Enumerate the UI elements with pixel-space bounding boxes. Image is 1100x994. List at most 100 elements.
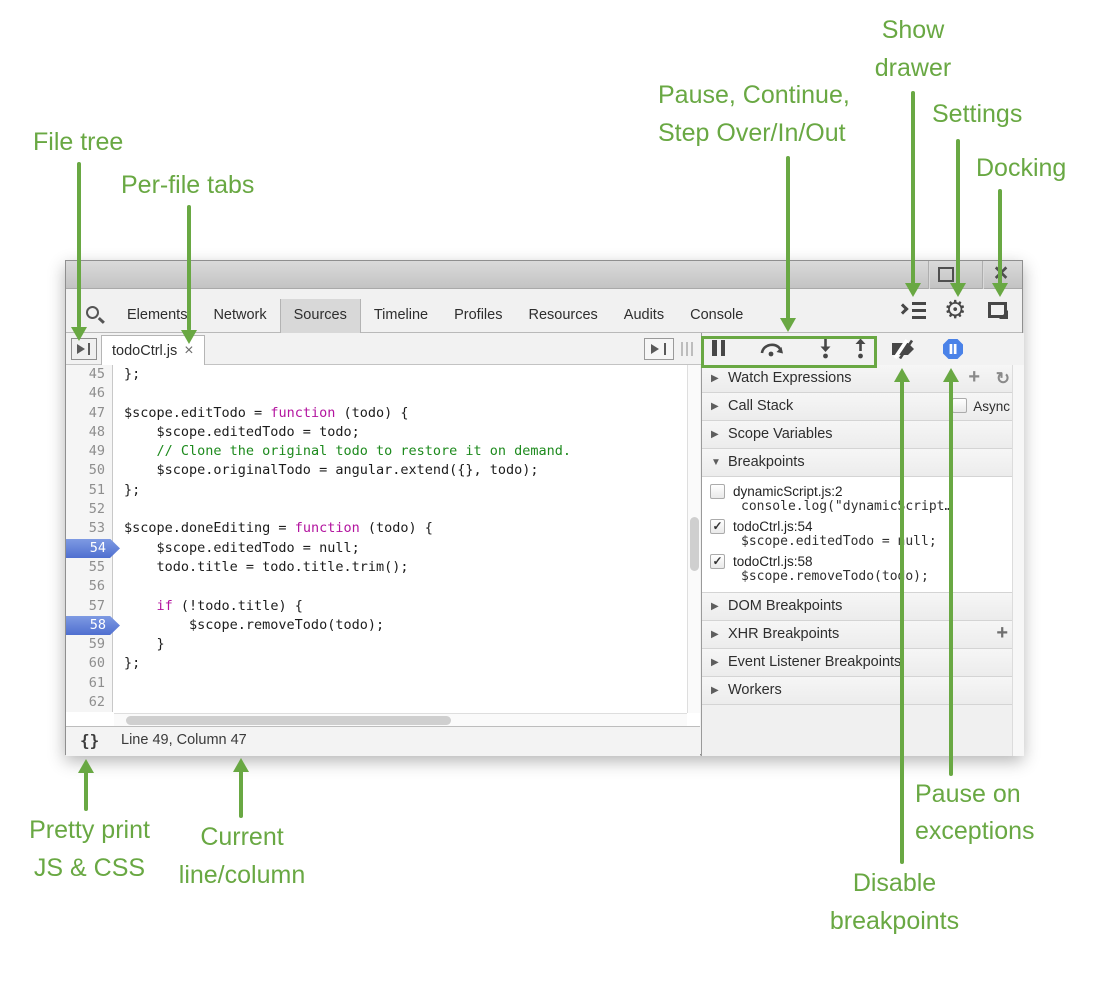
code-line-breakpoint[interactable]: 54 $scope.editedTodo = null; <box>66 539 700 558</box>
chevron-right-icon: ▶ <box>711 393 719 420</box>
section-scope-variables[interactable]: ▶ Scope Variables <box>702 421 1024 449</box>
tab-network[interactable]: Network <box>200 299 279 333</box>
editor-vertical-scrollbar[interactable] <box>687 365 700 713</box>
section-event-listener-breakpoints[interactable]: ▶ Event Listener Breakpoints <box>702 649 1024 677</box>
play-icon <box>651 344 659 354</box>
tab-console[interactable]: Console <box>677 299 756 333</box>
tab-close-icon[interactable]: × <box>184 342 193 359</box>
code-editor[interactable]: 45}; 46 47$scope.editTodo = function (to… <box>66 365 700 726</box>
titlebar-separator <box>928 261 929 289</box>
breakpoint-marker[interactable]: 54 <box>66 539 120 558</box>
add-xhr-breakpoint-icon[interactable]: + <box>996 620 1008 647</box>
tab-sources[interactable]: Sources <box>280 299 361 333</box>
chevron-right-icon: ▶ <box>711 365 719 392</box>
code-line[interactable]: 47$scope.editTodo = function (todo) { <box>66 404 700 423</box>
settings-gear-icon[interactable]: ⚙ <box>944 296 966 324</box>
breakpoint-source-line: console.log("dynamicScript… <box>710 499 990 514</box>
arrow-icon <box>905 283 921 297</box>
debugger-sidebar: ▶ Watch Expressions + ↻ ▶ Call Stack Asy… <box>701 365 1024 756</box>
tab-audits[interactable]: Audits <box>611 299 677 333</box>
section-workers[interactable]: ▶ Workers <box>702 677 1024 705</box>
breakpoint-source-line: $scope.editedTodo = null; <box>710 534 990 549</box>
code-line[interactable]: 52 <box>66 500 700 519</box>
annotation-file-tree: File tree <box>33 124 123 160</box>
code-line[interactable]: 56 <box>66 577 700 596</box>
code-line[interactable]: 55 todo.title = todo.title.trim(); <box>66 558 700 577</box>
annotation-pause-exceptions: Pause onexceptions <box>915 776 1035 850</box>
code-line[interactable]: 57 if (!todo.title) { <box>66 597 700 616</box>
section-breakpoints[interactable]: ▼ Breakpoints <box>702 449 1024 477</box>
breakpoint-source-line: $scope.removeTodo(todo); <box>710 569 990 584</box>
file-tree-toggle-button[interactable] <box>71 338 97 360</box>
annotation-docking: Docking <box>976 150 1066 186</box>
add-watch-icon[interactable]: + <box>968 364 980 391</box>
chevron-right-icon: ▶ <box>711 649 719 676</box>
file-tab-label: todoCtrl.js <box>112 343 177 359</box>
code-line-breakpoint[interactable]: 58 $scope.removeTodo(todo); <box>66 616 700 635</box>
annotation-show-drawer: Showdrawer <box>853 11 973 87</box>
panel-resize-grip[interactable] <box>681 342 699 356</box>
breakpoints-list: dynamicScript.js:2 console.log("dynamicS… <box>702 477 1024 593</box>
section-dom-breakpoints[interactable]: ▶ DOM Breakpoints <box>702 593 1024 621</box>
chevron-right-icon: ▶ <box>711 421 719 448</box>
chevron-right-icon: ▶ <box>711 621 719 648</box>
code-line[interactable]: 45}; <box>66 365 700 384</box>
disable-breakpoints-button[interactable] <box>890 339 920 364</box>
code-line[interactable]: 62 <box>66 693 700 712</box>
scrollbar-thumb[interactable] <box>690 517 699 571</box>
file-tab-row: todoCtrl.js × <box>66 333 1022 365</box>
show-drawer-icon[interactable] <box>899 301 927 321</box>
code-line[interactable]: 46 <box>66 384 700 403</box>
line-column-indicator: Line 49, Column 47 <box>121 732 247 748</box>
pause-on-exceptions-button[interactable] <box>942 338 964 365</box>
breakpoint-entry[interactable]: ✓todoCtrl.js:58 $scope.removeTodo(todo); <box>702 552 1024 587</box>
devtools-window: × Elements Network Sources Timeline Prof… <box>65 260 1023 755</box>
maximize-icon[interactable] <box>938 267 954 282</box>
tab-timeline[interactable]: Timeline <box>361 299 441 333</box>
code-line[interactable]: 60}; <box>66 654 700 673</box>
code-line[interactable]: 59 } <box>66 635 700 654</box>
tab-profiles[interactable]: Profiles <box>441 299 515 333</box>
breakpoint-marker[interactable]: 58 <box>66 616 120 635</box>
code-line[interactable]: 53$scope.doneEditing = function (todo) { <box>66 519 700 538</box>
search-icon[interactable] <box>86 306 99 319</box>
section-xhr-breakpoints[interactable]: ▶ XHR Breakpoints + <box>702 621 1024 649</box>
async-label: Async <box>973 398 1010 415</box>
chevron-right-icon <box>897 303 908 314</box>
arrow-icon <box>233 758 249 772</box>
code-line[interactable]: 61 <box>66 674 700 693</box>
annotation-per-file-tabs: Per-file tabs <box>121 167 254 203</box>
breakpoint-checkbox[interactable]: ✓ <box>710 519 725 534</box>
page: × Elements Network Sources Timeline Prof… <box>0 0 1100 994</box>
code-line[interactable]: 50 $scope.originalTodo = angular.extend(… <box>66 461 700 480</box>
window-titlebar[interactable]: × <box>66 261 1022 289</box>
docking-icon[interactable] <box>988 302 1007 318</box>
breakpoint-checkbox[interactable] <box>710 484 725 499</box>
titlebar-separator <box>982 261 983 289</box>
section-watch-expressions[interactable]: ▶ Watch Expressions + ↻ <box>702 365 1024 393</box>
code-line[interactable]: 51}; <box>66 481 700 500</box>
scrollbar-thumb[interactable] <box>126 716 451 725</box>
arrow-icon <box>943 368 959 382</box>
breakpoint-entry[interactable]: dynamicScript.js:2 console.log("dynamicS… <box>702 482 1024 517</box>
breakpoint-entry[interactable]: ✓todoCtrl.js:54 $scope.editedTodo = null… <box>702 517 1024 552</box>
pretty-print-button[interactable]: {} <box>80 731 99 750</box>
breakpoint-checkbox[interactable]: ✓ <box>710 554 725 569</box>
section-call-stack[interactable]: ▶ Call Stack Async <box>702 393 1024 421</box>
code-line[interactable]: 49 // Clone the original todo to restore… <box>66 442 700 461</box>
tab-resources[interactable]: Resources <box>515 299 610 333</box>
code-line[interactable]: 48 $scope.editedTodo = todo; <box>66 423 700 442</box>
annotation-pause-continue: Pause, Continue,Step Over/In/Out <box>658 76 850 152</box>
editor-horizontal-scrollbar[interactable] <box>114 713 687 726</box>
arrow-icon <box>992 283 1008 297</box>
show-navigator-button[interactable] <box>644 338 674 360</box>
chevron-right-icon: ▶ <box>711 593 719 620</box>
debugger-controls-highlight <box>701 336 877 368</box>
async-checkbox[interactable] <box>952 398 967 413</box>
annotation-current-line: Currentline/column <box>168 818 316 894</box>
annotation-disable-breakpoints: Disablebreakpoints <box>802 864 987 940</box>
sidebar-scrollbar[interactable] <box>1012 365 1024 756</box>
chevron-down-icon: ▼ <box>711 449 721 476</box>
refresh-icon[interactable]: ↻ <box>996 365 1010 392</box>
annotation-pretty-print: Pretty printJS & CSS <box>12 811 167 887</box>
